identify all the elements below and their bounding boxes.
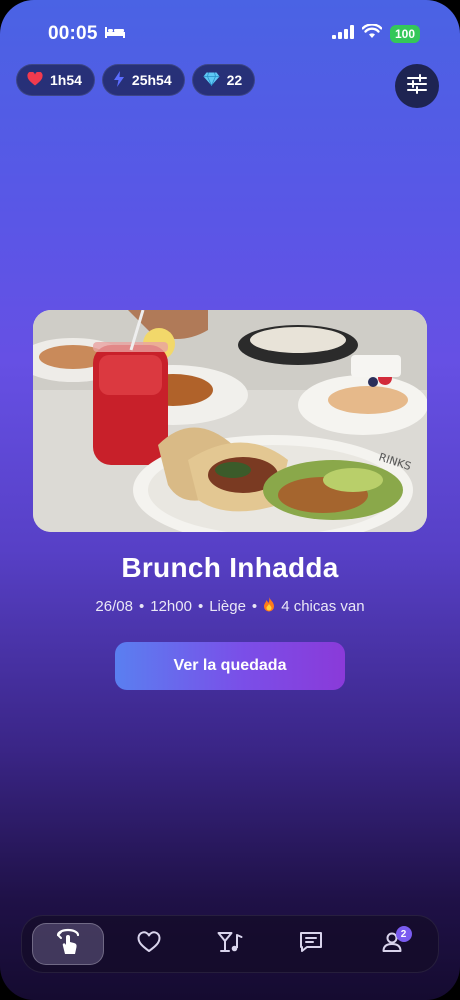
nav-chat[interactable] [275, 923, 347, 965]
swipe-tap-icon [55, 928, 81, 961]
nav-drinks[interactable] [194, 923, 266, 965]
sliders-icon [406, 73, 428, 99]
separator-dot: • [251, 598, 258, 615]
bed-icon [104, 23, 126, 45]
pill-diamonds[interactable]: 22 [191, 64, 256, 96]
event-photo[interactable]: RINKS [33, 310, 427, 532]
event-title: Brunch Inhadda [121, 552, 339, 583]
event-city: Liège [209, 598, 246, 615]
bottom-nav: 2 [21, 915, 439, 973]
filter-button[interactable] [395, 64, 439, 108]
pill-boost-timer[interactable]: 25h54 [101, 64, 185, 96]
battery-indicator: 100 [389, 25, 420, 43]
pill-likes-timer[interactable]: 1h54 [16, 64, 95, 96]
drinks-music-icon [217, 931, 243, 958]
separator-dot: • [197, 598, 204, 615]
view-meetup-button[interactable]: Ver la quedada [115, 642, 345, 690]
event-date: 26/08 [95, 598, 133, 615]
fire-icon [263, 597, 275, 616]
event-attendees: 4 chicas van [281, 598, 365, 615]
status-time-group: 00:05 [48, 23, 126, 45]
status-bar: 00:05 100 [48, 22, 420, 46]
nav-swipe[interactable] [32, 923, 105, 965]
separator-dot: • [138, 598, 145, 615]
heart-icon [27, 71, 43, 89]
diamond-icon [203, 71, 220, 89]
bolt-icon [113, 70, 125, 90]
nav-profile[interactable]: 2 [356, 923, 428, 965]
notification-badge: 2 [395, 926, 412, 942]
wifi-icon [361, 23, 383, 44]
status-indicators: 100 [331, 23, 420, 44]
chat-icon [299, 931, 323, 958]
pill-value: 1h54 [50, 72, 82, 88]
event-meta: 26/08 • 12h00 • Liège • 4 chicas van [0, 597, 460, 616]
pill-value: 22 [226, 72, 243, 88]
event-time: 12h00 [150, 598, 192, 615]
app-screen: 00:05 100 1h54 25h54 22 RINKS Brunch Inh… [0, 0, 460, 1000]
stats-pills: 1h54 25h54 22 [16, 64, 256, 96]
signal-icon [331, 24, 354, 44]
nav-likes[interactable] [113, 923, 185, 965]
heart-icon [137, 930, 161, 958]
pill-value: 25h54 [131, 72, 172, 88]
status-time: 00:05 [48, 23, 98, 44]
